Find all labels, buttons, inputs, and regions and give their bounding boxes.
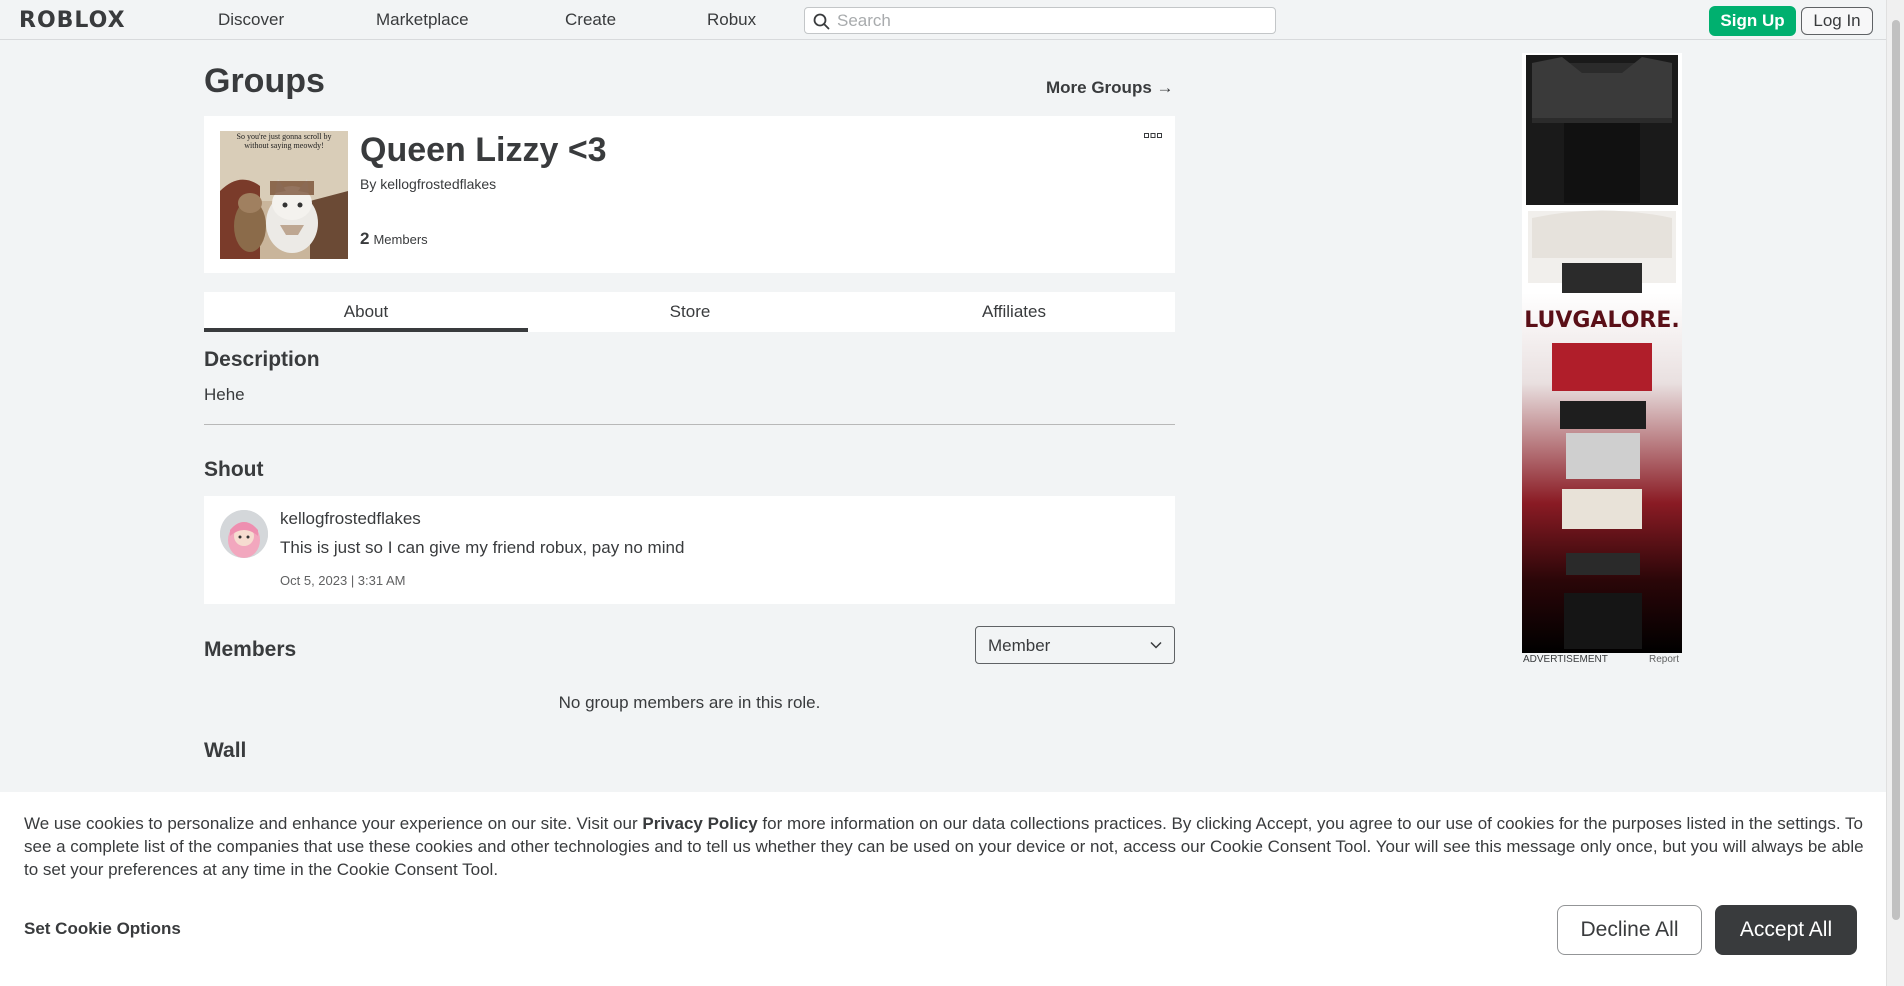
scrollbar-thumb[interactable] xyxy=(1892,20,1900,920)
description-heading: Description xyxy=(204,348,320,371)
page-title: Groups xyxy=(204,62,325,100)
top-navigation-bar: ROBLOX Discover Marketplace Create Robux… xyxy=(0,0,1886,40)
role-dropdown[interactable]: Member xyxy=(975,626,1175,664)
cookie-message: We use cookies to personalize and enhanc… xyxy=(24,812,1864,881)
sign-up-button[interactable]: Sign Up xyxy=(1709,6,1796,36)
ad-label: ADVERTISEMENT xyxy=(1523,654,1608,665)
section-divider xyxy=(204,424,1175,425)
search-box[interactable] xyxy=(804,7,1276,34)
role-dropdown-value: Member xyxy=(988,636,1051,655)
avatar[interactable] xyxy=(220,510,268,558)
group-owner: By kellogfrostedflakes xyxy=(360,176,496,192)
shout-author-link[interactable]: kellogfrostedflakes xyxy=(280,509,421,529)
cookie-text-start: We use cookies to personalize and enhanc… xyxy=(24,814,643,833)
privacy-policy-link[interactable]: Privacy Policy xyxy=(642,814,757,833)
group-name: Queen Lizzy <3 xyxy=(360,131,607,169)
ad-report-link[interactable]: Report xyxy=(1649,654,1679,665)
cookie-consent-banner: We use cookies to personalize and enhanc… xyxy=(0,792,1886,986)
set-cookie-options-link[interactable]: Set Cookie Options xyxy=(24,919,181,939)
description-text: Hehe xyxy=(204,385,245,404)
tab-store[interactable]: Store xyxy=(528,292,852,332)
member-count-number: 2 xyxy=(360,229,370,248)
nav-robux[interactable]: Robux xyxy=(707,10,756,30)
members-heading: Members xyxy=(204,638,297,661)
tab-affiliates[interactable]: Affiliates xyxy=(852,292,1176,332)
ad-brand-text: LUVGALORE. xyxy=(1524,308,1680,333)
group-tabs: About Store Affiliates xyxy=(204,292,1175,332)
nav-create[interactable]: Create xyxy=(565,10,616,30)
owner-link[interactable]: kellogfrostedflakes xyxy=(380,176,496,192)
member-count: 2 Members xyxy=(360,229,428,249)
more-options-icon[interactable] xyxy=(1144,132,1162,140)
group-emblem-image: So you're just gonna scroll by without s… xyxy=(220,131,348,259)
roblox-logo[interactable]: ROBLOX xyxy=(19,8,126,33)
decline-all-button[interactable]: Decline All xyxy=(1557,905,1702,955)
page-scrollbar[interactable] xyxy=(1886,0,1904,986)
nav-marketplace[interactable]: Marketplace xyxy=(376,10,469,30)
accept-all-button[interactable]: Accept All xyxy=(1715,905,1857,955)
tab-about[interactable]: About xyxy=(204,292,528,332)
search-icon xyxy=(813,13,830,30)
log-in-button[interactable]: Log In xyxy=(1801,7,1873,35)
nav-discover[interactable]: Discover xyxy=(218,10,284,30)
shout-heading: Shout xyxy=(204,458,264,481)
search-input[interactable] xyxy=(837,10,1267,31)
chevron-down-icon xyxy=(1150,641,1162,649)
advertisement-banner[interactable]: LUVGALORE. xyxy=(1522,53,1682,653)
shout-card: kellogfrostedflakes This is just so I ca… xyxy=(204,496,1175,604)
by-label: By xyxy=(360,176,377,192)
more-groups-link[interactable]: More Groups → xyxy=(1046,78,1174,98)
shout-timestamp: Oct 5, 2023 | 3:31 AM xyxy=(280,573,406,588)
wall-heading: Wall xyxy=(204,739,247,762)
member-count-label: Members xyxy=(373,232,428,247)
group-header-card: So you're just gonna scroll by without s… xyxy=(204,116,1175,273)
shout-message: This is just so I can give my friend rob… xyxy=(280,538,685,557)
no-members-message: No group members are in this role. xyxy=(558,693,821,712)
emblem-caption: So you're just gonna scroll by without s… xyxy=(236,132,332,150)
